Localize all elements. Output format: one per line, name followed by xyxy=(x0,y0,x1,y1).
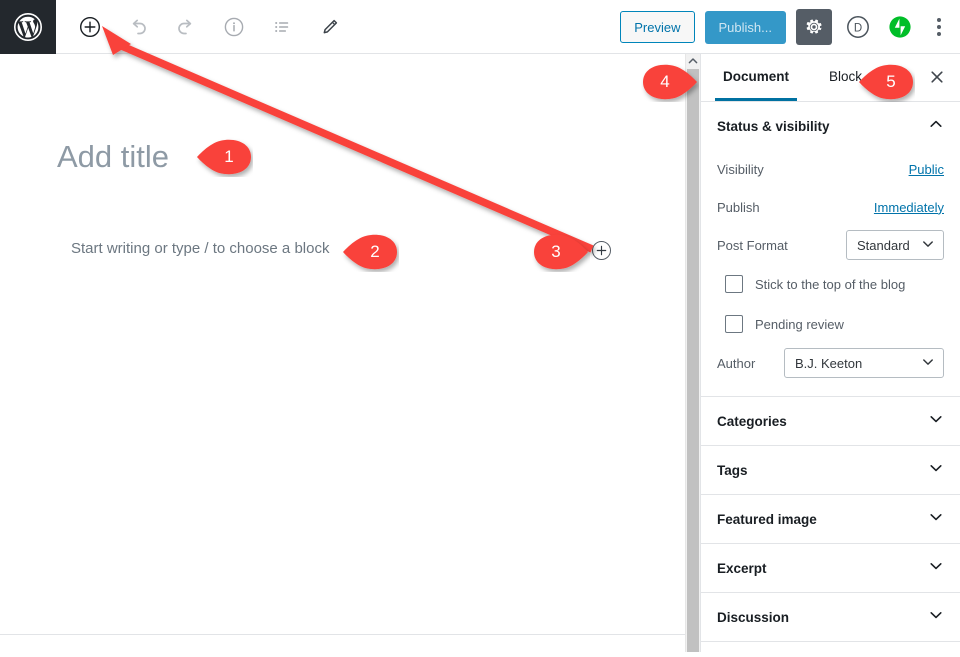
panel-body-status-visibility: Visibility Public Publish Immediately Po… xyxy=(701,150,960,396)
chevron-down-icon xyxy=(928,607,944,628)
panel-header-categories[interactable]: Categories xyxy=(701,397,960,445)
chevron-down-icon xyxy=(928,411,944,432)
divi-button[interactable]: D xyxy=(842,11,874,43)
scroll-up-arrow-icon[interactable] xyxy=(686,54,700,68)
redo-icon xyxy=(178,19,192,35)
visibility-value-link[interactable]: Public xyxy=(909,162,944,177)
undo-button[interactable] xyxy=(120,9,156,45)
close-sidebar-button[interactable] xyxy=(922,62,952,92)
publish-value-link[interactable]: Immediately xyxy=(874,200,944,215)
chevron-up-icon xyxy=(688,58,698,64)
svg-text:D: D xyxy=(854,22,862,34)
plus-circle-icon xyxy=(596,245,607,256)
chevron-down-icon xyxy=(928,509,944,530)
redo-button[interactable] xyxy=(168,9,204,45)
publish-label: Publish xyxy=(717,199,760,215)
toolbar-left-actions xyxy=(72,0,348,54)
pending-review-checkbox[interactable] xyxy=(725,315,743,333)
sidebar-tabs: Document Block xyxy=(701,54,960,102)
row-pending-review: Pending review xyxy=(717,304,944,344)
tab-document[interactable]: Document xyxy=(715,55,798,101)
close-icon xyxy=(931,71,943,83)
gear-icon xyxy=(806,19,822,34)
editor-scrollbar[interactable] xyxy=(685,54,700,652)
panel-header-status-visibility[interactable]: Status & visibility xyxy=(701,102,960,150)
panel-title: Status & visibility xyxy=(717,118,830,134)
visibility-label: Visibility xyxy=(717,161,764,177)
panel-title: Tags xyxy=(717,462,748,478)
row-sticky-post: Stick to the top of the blog xyxy=(717,264,944,304)
editor-toolbar: Preview Publish... D xyxy=(0,0,960,54)
preview-button[interactable]: Preview xyxy=(620,11,695,43)
pencil-icon xyxy=(323,19,338,34)
chevron-down-icon xyxy=(928,460,944,481)
post-format-label: Post Format xyxy=(717,237,788,253)
add-block-button[interactable] xyxy=(72,9,108,45)
panel-title: Categories xyxy=(717,413,787,429)
chevron-down-icon xyxy=(921,355,935,372)
kebab-dot xyxy=(937,18,941,22)
toolbar-right-actions: Preview Publish... D xyxy=(620,0,952,54)
jetpack-button[interactable] xyxy=(884,11,916,43)
wordpress-logo-button[interactable] xyxy=(0,0,56,54)
wordpress-logo-icon xyxy=(14,13,42,41)
kebab-dot xyxy=(937,25,941,29)
post-format-value: Standard xyxy=(857,237,910,253)
row-author: Author B.J. Keeton xyxy=(717,344,944,382)
kebab-dot xyxy=(937,32,941,36)
chevron-down-icon xyxy=(921,237,935,254)
panel-title: Featured image xyxy=(717,511,817,527)
editor-canvas[interactable]: Add title Start writing or type / to cho… xyxy=(0,54,685,652)
wordpress-block-editor: Preview Publish... D Add title Start wri… xyxy=(0,0,960,652)
divi-icon: D xyxy=(847,16,869,38)
chevron-down-icon xyxy=(928,558,944,579)
scrollbar-thumb[interactable] xyxy=(687,69,699,652)
chevron-up-icon xyxy=(928,116,944,137)
block-navigation-button[interactable] xyxy=(264,9,300,45)
post-title-input[interactable]: Add title xyxy=(57,139,169,175)
tab-block[interactable]: Block xyxy=(821,55,870,101)
panel-header-tags[interactable]: Tags xyxy=(701,446,960,494)
panel-title: Excerpt xyxy=(717,560,767,576)
panel-header-excerpt[interactable]: Excerpt xyxy=(701,544,960,592)
sticky-post-label: Stick to the top of the blog xyxy=(755,276,906,292)
author-value: B.J. Keeton xyxy=(795,355,863,371)
publish-button[interactable]: Publish... xyxy=(704,10,786,44)
content-info-button[interactable] xyxy=(216,9,252,45)
row-visibility: Visibility Public xyxy=(717,150,944,188)
settings-button[interactable] xyxy=(796,9,832,45)
editor-bottom-divider xyxy=(0,634,685,635)
pending-review-label: Pending review xyxy=(755,316,844,332)
add-block-icon xyxy=(79,16,101,38)
settings-sidebar: Document Block Status & visibility Visib… xyxy=(700,54,960,652)
row-publish: Publish Immediately xyxy=(717,188,944,226)
jetpack-icon xyxy=(889,16,911,38)
undo-icon xyxy=(132,19,146,35)
author-label: Author xyxy=(717,355,756,371)
edit-mode-button[interactable] xyxy=(312,9,348,45)
row-post-format: Post Format Standard xyxy=(717,226,944,264)
info-icon xyxy=(224,17,244,37)
author-select[interactable]: B.J. Keeton xyxy=(784,348,944,378)
post-format-select[interactable]: Standard xyxy=(846,230,944,260)
panel-divider xyxy=(701,641,960,642)
sticky-post-checkbox[interactable] xyxy=(725,275,743,293)
inline-block-inserter-button[interactable] xyxy=(592,241,611,260)
list-view-icon xyxy=(275,21,289,33)
panel-title: Discussion xyxy=(717,609,790,625)
panel-header-featured-image[interactable]: Featured image xyxy=(701,495,960,543)
panel-header-discussion[interactable]: Discussion xyxy=(701,593,960,641)
default-block-placeholder[interactable]: Start writing or type / to choose a bloc… xyxy=(71,240,329,257)
more-menu-button[interactable] xyxy=(926,10,952,44)
